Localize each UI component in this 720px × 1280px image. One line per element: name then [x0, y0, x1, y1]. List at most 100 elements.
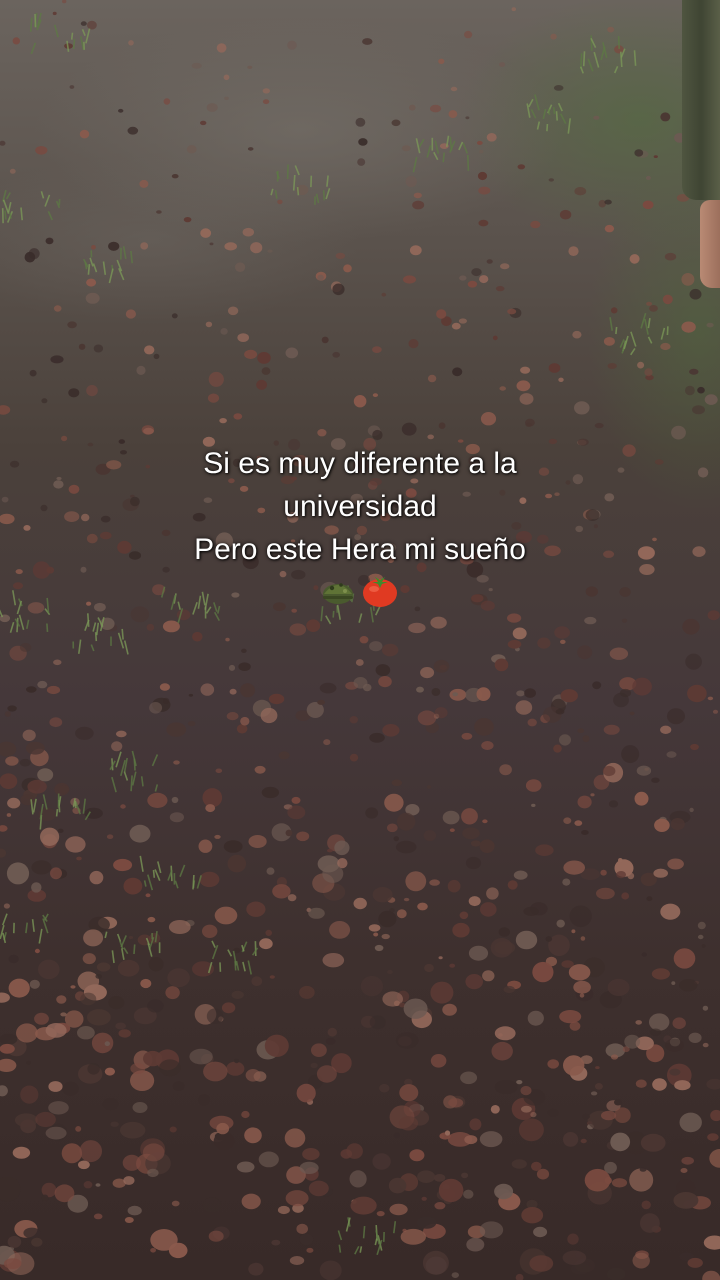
pebble	[228, 664, 236, 671]
pebble	[703, 1235, 720, 1250]
grass-blade	[534, 94, 540, 111]
pebble	[350, 1196, 377, 1215]
pebble	[679, 1112, 702, 1133]
pebble	[148, 957, 164, 972]
pebble	[37, 768, 54, 782]
grass-blade	[358, 613, 363, 623]
pebble	[495, 285, 505, 292]
grass-blade	[613, 65, 619, 74]
pebble	[214, 906, 238, 925]
pebble	[701, 944, 706, 948]
pebble	[202, 924, 218, 938]
pebble	[399, 1084, 419, 1102]
pebble	[34, 1012, 49, 1025]
pebble	[40, 827, 60, 846]
pebble	[310, 1062, 318, 1069]
grass-blade	[89, 257, 94, 267]
pebble	[317, 699, 325, 705]
pebble	[233, 413, 243, 420]
pebble	[515, 1273, 524, 1280]
grass-blade	[582, 51, 586, 67]
grass-blade	[152, 869, 156, 878]
pebble	[386, 823, 398, 833]
pebble	[427, 434, 435, 440]
pebble	[188, 693, 194, 697]
pebble	[500, 263, 510, 270]
grass-blade	[9, 212, 12, 219]
pebble	[468, 896, 481, 907]
pebble	[389, 908, 395, 913]
grass-blade	[29, 17, 33, 32]
pebble	[242, 227, 254, 237]
pebble	[80, 992, 97, 1006]
pebble	[465, 974, 484, 990]
pebble	[707, 610, 720, 621]
pebble	[554, 626, 570, 639]
pebble	[614, 1099, 622, 1106]
pebble	[621, 618, 628, 623]
pebble	[202, 788, 223, 808]
pebble	[405, 175, 417, 188]
pebble	[7, 1235, 22, 1248]
grass-blade	[111, 950, 115, 964]
pebble	[621, 892, 630, 900]
grass-blade	[81, 28, 86, 37]
pebble	[442, 1003, 457, 1016]
grass-blade	[121, 628, 124, 640]
grass-blade	[630, 331, 637, 347]
pebble	[52, 11, 57, 16]
pebble	[87, 1009, 111, 1026]
pebble	[77, 1026, 95, 1040]
grass-blade	[418, 138, 425, 148]
grass-blade	[528, 98, 534, 108]
pebble	[62, 0, 67, 4]
pebble	[433, 659, 450, 673]
pebble	[168, 1242, 188, 1259]
pebble	[205, 804, 216, 813]
pebble	[140, 242, 149, 250]
pebble	[206, 1008, 224, 1024]
pebble	[50, 355, 64, 364]
pebble	[102, 1098, 119, 1111]
pebble	[673, 948, 696, 969]
pebble	[685, 653, 702, 670]
grass-blade	[179, 864, 186, 877]
grass-blade	[579, 66, 584, 74]
pebble	[31, 882, 42, 893]
pebble	[145, 893, 151, 898]
pebble	[7, 797, 21, 809]
pebble	[6, 813, 12, 817]
pebble	[498, 927, 510, 937]
pebble	[609, 647, 629, 660]
pebble	[458, 318, 467, 324]
pebble	[128, 40, 134, 46]
pebble	[469, 1118, 482, 1131]
pebble	[34, 948, 40, 954]
pebble	[89, 870, 104, 885]
pebble	[209, 242, 214, 246]
pebble	[306, 619, 321, 632]
pebble	[45, 1023, 67, 1038]
pebble	[0, 1058, 17, 1072]
pebble	[226, 1061, 245, 1076]
pebble	[358, 138, 368, 146]
pebble	[412, 200, 425, 210]
grass-blade	[559, 113, 567, 124]
pebble	[603, 337, 615, 346]
pebble	[559, 1010, 582, 1024]
pebble	[3, 903, 10, 909]
pebble	[69, 85, 75, 89]
grass-blade	[542, 108, 547, 120]
pebble	[29, 369, 37, 377]
pebble	[434, 1202, 446, 1210]
pebble	[372, 887, 393, 903]
pebble	[464, 1135, 478, 1145]
pebble	[68, 388, 80, 398]
pebble	[438, 58, 445, 64]
pebble	[334, 840, 350, 856]
pebble	[400, 1228, 426, 1245]
pebble	[477, 171, 488, 181]
pebble	[37, 680, 48, 689]
grass-blade	[25, 922, 28, 934]
pebble	[118, 1029, 131, 1038]
